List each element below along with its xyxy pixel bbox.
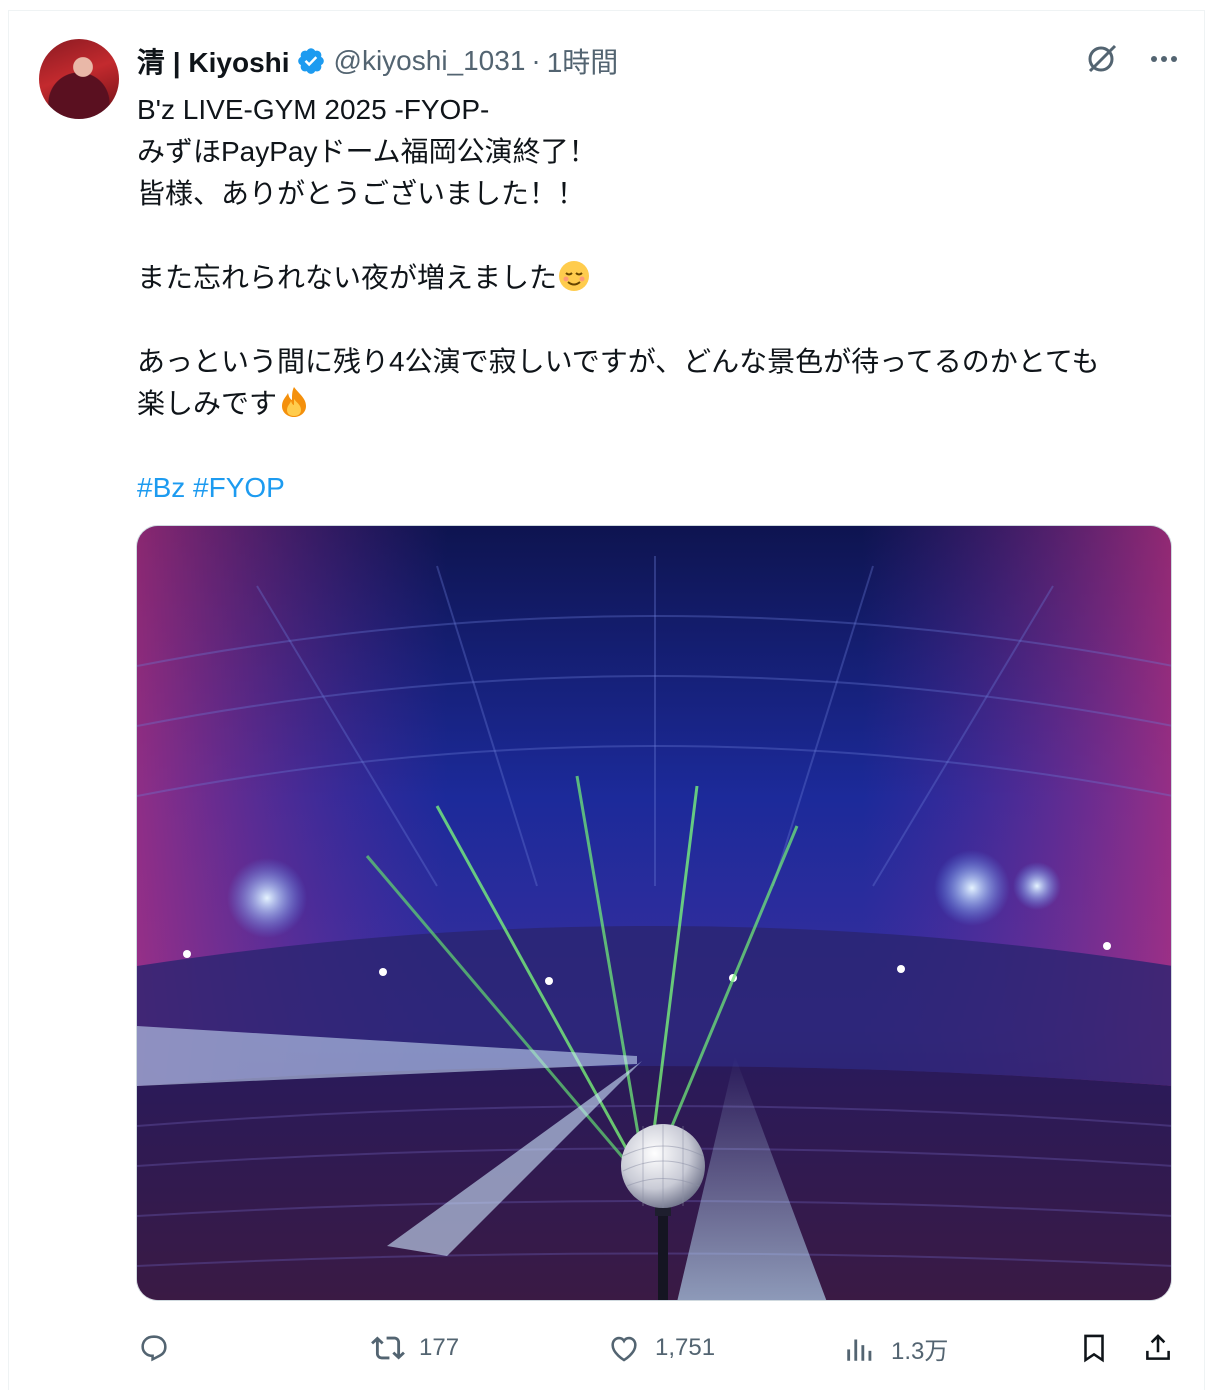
text-line [137,215,1182,257]
text-line: みずほPayPayドーム福岡公演終了！ [137,136,597,167]
heart-icon [611,1336,637,1362]
timestamp[interactable]: 1時間 [547,41,619,81]
text-line: あっという間に残り4公演で寂しいですが、どんな景色が待ってるのかとても [137,346,1100,377]
display-name[interactable]: 清 | Kiyoshi [137,41,290,81]
post-header: 清 | Kiyoshi @kiyoshi_1031 · 1時間 [137,41,618,81]
post-card[interactable]: 清 | Kiyoshi @kiyoshi_1031 · 1時間 B'z LIVE… [8,10,1205,1390]
repost-button[interactable]: 177 [371,1326,459,1370]
bookmark-icon [1084,1334,1104,1363]
text-line: また忘れられない夜が増えました [137,262,558,293]
handle[interactable]: @kiyoshi_1031 [334,45,526,77]
avatar[interactable] [39,39,119,119]
reply-button[interactable] [137,1326,185,1370]
concert-photo [137,526,1171,1300]
views-count: 1.3万 [891,1337,949,1365]
text-line-with-emoji: 楽しみです [137,383,1182,425]
text-line [137,425,1182,467]
bookmark-button[interactable] [1077,1326,1111,1370]
text-line: B'z LIVE-GYM 2025 -FYOP- [137,94,490,125]
share-icon [1146,1334,1170,1360]
text-line: 皆様、ありがとうございました！！ [137,178,586,209]
repost-icon [371,1336,405,1360]
repost-count: 177 [419,1334,460,1361]
verified-badge-icon[interactable] [296,46,326,76]
more-icon[interactable] [1146,41,1182,77]
text-line: 楽しみです [137,388,278,419]
fire-emoji-icon [277,385,311,419]
post-image[interactable] [136,525,1172,1301]
relieved-face-emoji-icon [557,259,591,293]
like-count: 1,751 [655,1334,716,1361]
top-icons [1084,41,1182,77]
like-button[interactable]: 1,751 [607,1326,715,1370]
separator: · [531,45,541,76]
action-bar: 177 1,751 1.3万 [137,1326,1187,1370]
reply-icon [141,1335,167,1362]
grok-icon[interactable] [1084,41,1120,77]
views-icon [847,1339,872,1361]
text-line-with-emoji: また忘れられない夜が増えました [137,257,1182,299]
post-text: B'z LIVE-GYM 2025 -FYOP- みずほPayPayドーム福岡公… [137,89,1182,509]
views-button[interactable]: 1.3万 [843,1326,948,1370]
hashtags-link[interactable]: #Bz #FYOP [137,467,1182,509]
share-button[interactable] [1141,1326,1175,1370]
text-line [137,299,1182,341]
